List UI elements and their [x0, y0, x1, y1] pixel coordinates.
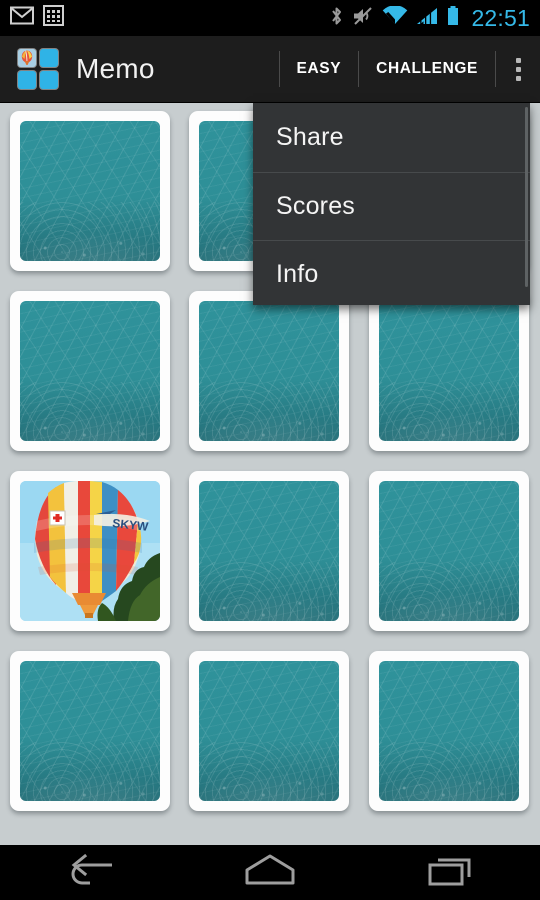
action-bar-actions: EASY CHALLENGE: [278, 36, 540, 102]
cellular-signal-icon: [416, 6, 438, 31]
nav-recents-button[interactable]: [360, 845, 540, 900]
menu-item-info[interactable]: Info: [253, 240, 530, 309]
card-back-face: [20, 301, 160, 441]
volume-mute-icon: [352, 6, 374, 31]
gmail-icon: [10, 6, 34, 30]
tab-easy[interactable]: EASY: [280, 36, 359, 102]
overflow-dot-2: [515, 66, 521, 72]
card-back-face: [199, 661, 339, 801]
menu-scrollbar[interactable]: [525, 107, 528, 287]
calculator-icon: [43, 5, 64, 31]
card-back-face: [379, 301, 519, 441]
recents-icon: [426, 853, 474, 892]
memo-grid-icon: [18, 49, 58, 89]
action-bar: Memo EASY CHALLENGE: [0, 36, 540, 103]
home-icon: [243, 853, 297, 892]
wifi-icon: [382, 4, 408, 31]
app-icon-tile-3: [18, 71, 36, 89]
memory-card[interactable]: [369, 471, 529, 631]
nav-home-button[interactable]: [180, 845, 360, 900]
status-bar-clock: 22:51: [471, 4, 530, 31]
system-navigation-bar: [0, 845, 540, 900]
memory-card-revealed[interactable]: SKYW: [10, 471, 170, 631]
tab-challenge[interactable]: CHALLENGE: [359, 36, 495, 102]
app-icon-tile-2: [40, 49, 58, 67]
memory-card[interactable]: [10, 651, 170, 811]
memory-card[interactable]: [189, 471, 349, 631]
status-bar-notification-icons: [10, 5, 64, 31]
memory-card[interactable]: [189, 291, 349, 451]
card-back-face: [20, 661, 160, 801]
memory-card[interactable]: [369, 651, 529, 811]
overflow-dot-1: [515, 57, 521, 63]
nav-back-button[interactable]: [0, 845, 180, 900]
card-back-face: [379, 661, 519, 801]
overflow-menu-icon[interactable]: [496, 36, 540, 102]
memory-card[interactable]: [369, 291, 529, 451]
overflow-dot-3: [515, 75, 521, 81]
memory-card[interactable]: [189, 651, 349, 811]
card-back-face: [199, 481, 339, 621]
memory-card[interactable]: [10, 111, 170, 271]
card-back-face: [199, 301, 339, 441]
status-bar: 22:51: [0, 0, 540, 36]
battery-icon: [446, 5, 460, 32]
status-bar-system-icons: 22:51: [329, 4, 530, 32]
app-icon-tile-balloon: [18, 49, 36, 67]
overflow-dropdown-menu: Share Scores Info: [253, 103, 530, 305]
bluetooth-icon: [329, 5, 344, 32]
memory-card[interactable]: [10, 291, 170, 451]
hot-air-balloon-image: SKYW: [20, 481, 160, 621]
card-back-face: [379, 481, 519, 621]
app-icon-tile-4: [40, 71, 58, 89]
menu-item-share[interactable]: Share: [253, 103, 530, 172]
menu-item-scores[interactable]: Scores: [253, 171, 530, 241]
card-back-face: [20, 121, 160, 261]
back-arrow-icon: [66, 853, 114, 892]
page-title: Memo: [76, 53, 155, 84]
